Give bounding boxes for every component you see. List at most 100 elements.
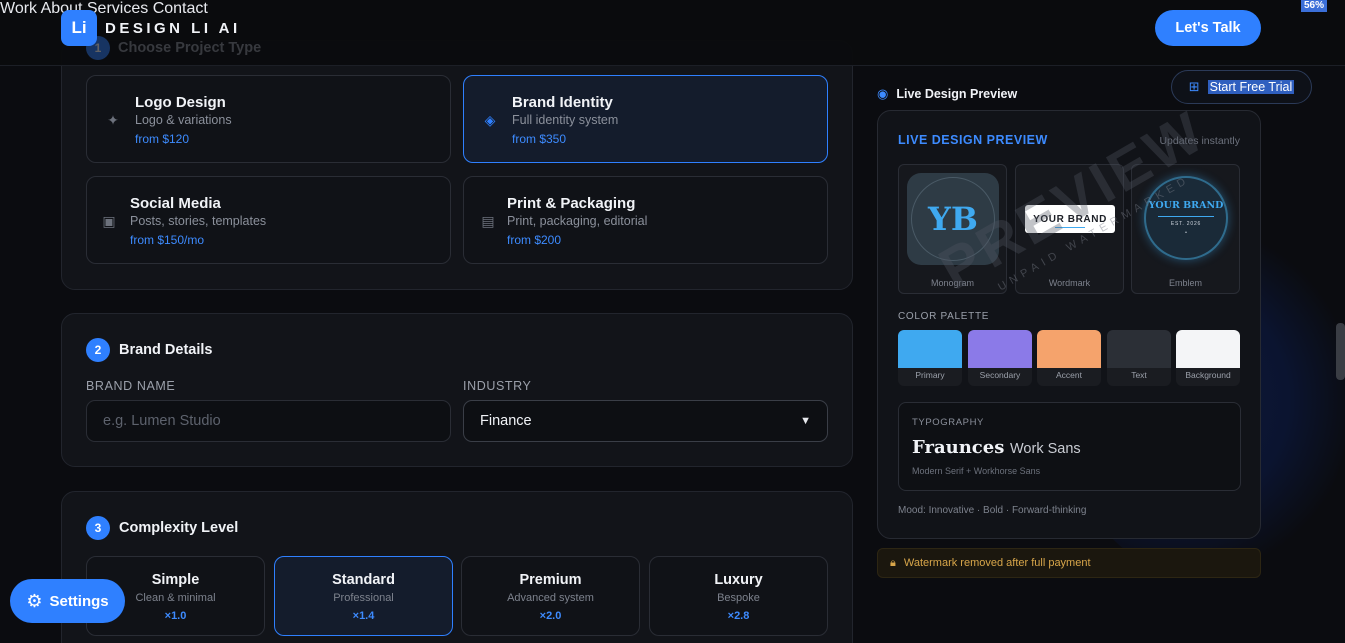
swatch-secondary[interactable]: Secondary: [968, 330, 1032, 386]
scrollbar-thumb[interactable]: [1336, 323, 1345, 380]
swatch-text[interactable]: Text: [1107, 330, 1171, 386]
option-price: from $350: [512, 132, 567, 146]
swatch-color: [1037, 330, 1101, 368]
step2-title: Brand Details: [119, 342, 213, 358]
swatch-name: Background: [1176, 368, 1240, 386]
tile-caption: Wordmark: [1048, 278, 1091, 288]
nav-contact[interactable]: Contact: [153, 0, 208, 17]
swatch-name: Secondary: [968, 368, 1032, 386]
industry-selected-value: Finance: [480, 413, 532, 429]
lock-icon: 🔒︎: [890, 556, 896, 569]
mood-text: Mood: Innovative · Bold · Forward-thinki…: [898, 505, 1087, 516]
monogram-mark: YB: [907, 173, 999, 265]
gear-icon: ⚙: [26, 591, 43, 611]
watermark-note-text: Watermark removed after full payment: [903, 557, 1091, 569]
option-subtitle: Posts, stories, templates: [130, 214, 267, 228]
brand-name[interactable]: DESIGN LI AI: [105, 20, 241, 37]
brand-name-input[interactable]: [86, 400, 451, 442]
complexity-standard[interactable]: Standard Professional ×1.4: [274, 556, 453, 636]
step2-header: 2 Brand Details: [86, 338, 212, 362]
emblem-sub: EST. 2026: [1170, 221, 1202, 227]
level-desc: Advanced system: [507, 592, 594, 604]
live-preview-text: Live Design Preview: [896, 87, 1018, 101]
level-multiplier: ×1.4: [352, 610, 375, 622]
level-name: Premium: [519, 572, 582, 588]
swatch-color: [1176, 330, 1240, 368]
typography-label: TYPOGRAPHY: [912, 417, 984, 428]
option-subtitle: Full identity system: [512, 113, 619, 127]
swatch-name: Accent: [1037, 368, 1101, 386]
level-multiplier: ×2.0: [539, 610, 562, 622]
live-preview-panel: LIVE DESIGN PREVIEW Updates instantly YB…: [877, 110, 1261, 539]
swatch-name: Primary: [898, 368, 962, 386]
lets-talk-button[interactable]: Let's Talk: [1155, 10, 1261, 46]
emblem-divider: [1158, 216, 1214, 217]
main-nav: Work About Services Contact: [0, 0, 1345, 18]
watermark-note: 🔒︎ Watermark removed after full payment: [877, 548, 1261, 578]
tile-caption: Monogram: [930, 278, 975, 288]
step2-number: 2: [86, 338, 110, 362]
option-price: from $150/mo: [130, 233, 205, 247]
option-title: Logo Design: [135, 94, 226, 111]
nav-work[interactable]: Work: [0, 0, 37, 17]
settings-button[interactable]: ⚙ Settings: [10, 579, 125, 623]
eye-icon: ◉: [877, 86, 889, 101]
diamond-icon: ◈: [484, 112, 496, 128]
start-free-trial-button[interactable]: ⊞ Start Free Trial: [1171, 70, 1312, 104]
option-subtitle: Logo & variations: [135, 113, 232, 127]
option-social-media[interactable]: ▣ Social Media Posts, stories, templates…: [86, 176, 451, 264]
industry-select[interactable]: Finance ▼: [463, 400, 828, 442]
brand-name-label: BRAND NAME: [86, 379, 176, 393]
typography-box: TYPOGRAPHY Fraunces Work Sans Modern Ser…: [898, 402, 1241, 491]
step3-number: 3: [86, 516, 110, 540]
sparkle-icon: ✦: [107, 112, 119, 128]
font-pairing-hint: Modern Serif + Workhorse Sans: [912, 466, 1041, 476]
zoom-badge: 56%: [1301, 0, 1327, 12]
wordmark-tile[interactable]: YOUR BRAND Wordmark: [1015, 164, 1124, 294]
industry-label: INDUSTRY: [463, 379, 532, 393]
level-multiplier: ×2.8: [727, 610, 750, 622]
font-serif-sample: Fraunces: [912, 437, 1005, 458]
complexity-luxury[interactable]: Luxury Bespoke ×2.8: [649, 556, 828, 636]
updates-instantly: Updates instantly: [1159, 135, 1240, 147]
document-icon: ▤: [481, 213, 495, 229]
emblem-title: YOUR BRAND: [1148, 200, 1224, 211]
level-name: Standard: [332, 572, 395, 588]
option-brand-identity[interactable]: ◈ Brand Identity Full identity system fr…: [463, 75, 828, 163]
top-header: Li DESIGN LI AI Work About Services Cont…: [0, 0, 1345, 66]
emblem-dot: •: [1185, 230, 1187, 236]
level-desc: Professional: [333, 592, 394, 604]
live-preview-label: ◉ Live Design Preview: [877, 86, 1017, 102]
swatch-color: [898, 330, 962, 368]
option-title: Social Media: [130, 195, 221, 212]
swatch-background[interactable]: Background: [1176, 330, 1240, 386]
swatch-color: [968, 330, 1032, 368]
option-title: Brand Identity: [512, 94, 613, 111]
swatch-accent[interactable]: Accent: [1037, 330, 1101, 386]
color-palette-label: COLOR PALETTE: [898, 311, 990, 322]
brand-details-card: [61, 313, 853, 467]
image-icon: ▣: [102, 213, 116, 229]
monogram-tile[interactable]: YB Monogram: [898, 164, 1007, 294]
emblem-mark: YOUR BRAND EST. 2026 •: [1144, 176, 1228, 260]
emblem-tile[interactable]: YOUR BRAND EST. 2026 • Emblem: [1131, 164, 1240, 294]
font-sans-sample: Work Sans: [1010, 441, 1081, 457]
logo-mark[interactable]: Li: [61, 10, 97, 46]
level-name: Luxury: [714, 572, 763, 588]
complexity-premium[interactable]: Premium Advanced system ×2.0: [461, 556, 640, 636]
swatch-primary[interactable]: Primary: [898, 330, 962, 386]
swatch-name: Text: [1107, 368, 1171, 386]
option-subtitle: Print, packaging, editorial: [507, 214, 648, 228]
option-logo-design[interactable]: ✦ Logo Design Logo & variations from $12…: [86, 75, 451, 163]
tile-caption: Emblem: [1168, 278, 1202, 288]
step3-header: 3 Complexity Level: [86, 516, 238, 540]
level-desc: Bespoke: [717, 592, 760, 604]
gift-icon: ⊞: [1188, 79, 1200, 94]
chevron-down-icon: ▼: [800, 415, 811, 427]
wordmark-mark: YOUR BRAND: [1025, 205, 1115, 233]
option-title: Print & Packaging: [507, 195, 636, 212]
step3-title: Complexity Level: [119, 520, 239, 536]
settings-label: Settings: [49, 592, 109, 610]
option-print-packaging[interactable]: ▤ Print & Packaging Print, packaging, ed…: [463, 176, 828, 264]
option-price: from $200: [507, 233, 562, 247]
